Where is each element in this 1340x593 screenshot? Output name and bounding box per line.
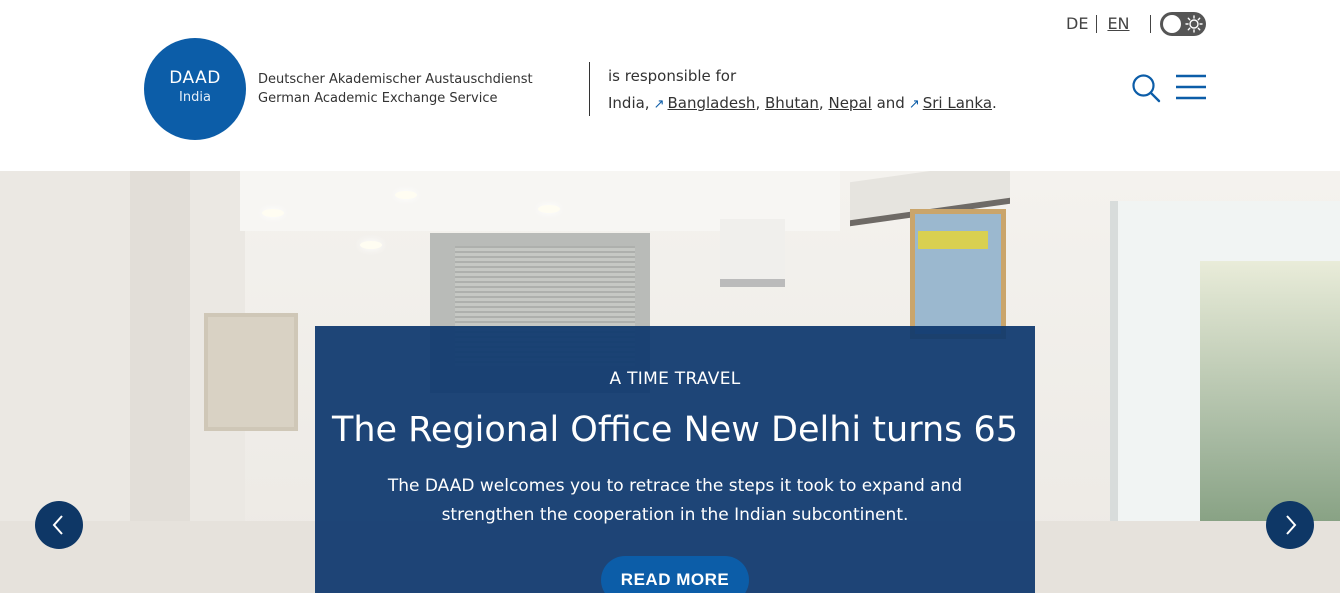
theme-toggle[interactable] <box>1160 12 1206 36</box>
hero-carousel: A TIME TRAVEL The Regional Office New De… <box>0 171 1340 593</box>
chevron-right-icon <box>1286 515 1297 535</box>
logo-subtitle: India <box>179 90 211 105</box>
toggle-divider <box>1149 14 1151 33</box>
country-link-sri-lanka[interactable]: Sri Lanka <box>923 94 992 112</box>
country-link-bhutan[interactable]: Bhutan <box>765 94 819 112</box>
organization-name-german: Deutscher Akademischer Austauschdienst <box>258 72 533 87</box>
country-separator: , <box>755 94 761 112</box>
toggle-knob <box>1163 15 1181 33</box>
carousel-next-button[interactable] <box>1266 501 1314 549</box>
hamburger-menu-icon[interactable] <box>1176 74 1206 100</box>
responsibility-intro: is responsible for <box>608 67 737 85</box>
home-country: India, <box>608 94 650 112</box>
hero-kicker: A TIME TRAVEL <box>609 369 741 389</box>
country-link-bangladesh[interactable]: Bangladesh <box>668 94 756 112</box>
hero-teaser-card: A TIME TRAVEL The Regional Office New De… <box>315 326 1035 593</box>
external-link-icon: ↗ <box>653 97 665 112</box>
country-link-nepal[interactable]: Nepal <box>828 94 871 112</box>
external-link-icon: ↗ <box>908 97 920 112</box>
logo-title: DAAD <box>169 68 221 88</box>
site-header: DE EN DAAD India Deutscher Akademischer … <box>0 0 1340 171</box>
hero-title: The Regional Office New Delhi turns 65 <box>331 410 1019 450</box>
and-word: and <box>876 94 905 112</box>
language-de-link[interactable]: DE <box>1066 14 1088 33</box>
carousel-prev-button[interactable] <box>35 501 83 549</box>
read-more-button[interactable]: READ MORE <box>601 556 749 593</box>
daad-logo[interactable]: DAAD India <box>144 38 246 140</box>
language-switcher: DE EN <box>1066 14 1151 33</box>
language-en-link[interactable]: EN <box>1107 14 1129 33</box>
responsibility-countries: India, ↗ Bangladesh, Bhutan, Nepal and ↗ Sri… <box>608 94 997 112</box>
hero-teaser-text: The DAAD welcomes you to retrace the ste… <box>387 475 963 525</box>
header-divider <box>589 62 590 116</box>
country-separator: , <box>818 94 824 112</box>
search-icon[interactable] <box>1131 73 1161 103</box>
end-period: . <box>992 94 997 112</box>
chevron-left-icon <box>52 515 63 535</box>
organization-name-english: German Academic Exchange Service <box>258 91 498 106</box>
language-divider <box>1096 14 1098 33</box>
sun-icon <box>1185 15 1203 33</box>
